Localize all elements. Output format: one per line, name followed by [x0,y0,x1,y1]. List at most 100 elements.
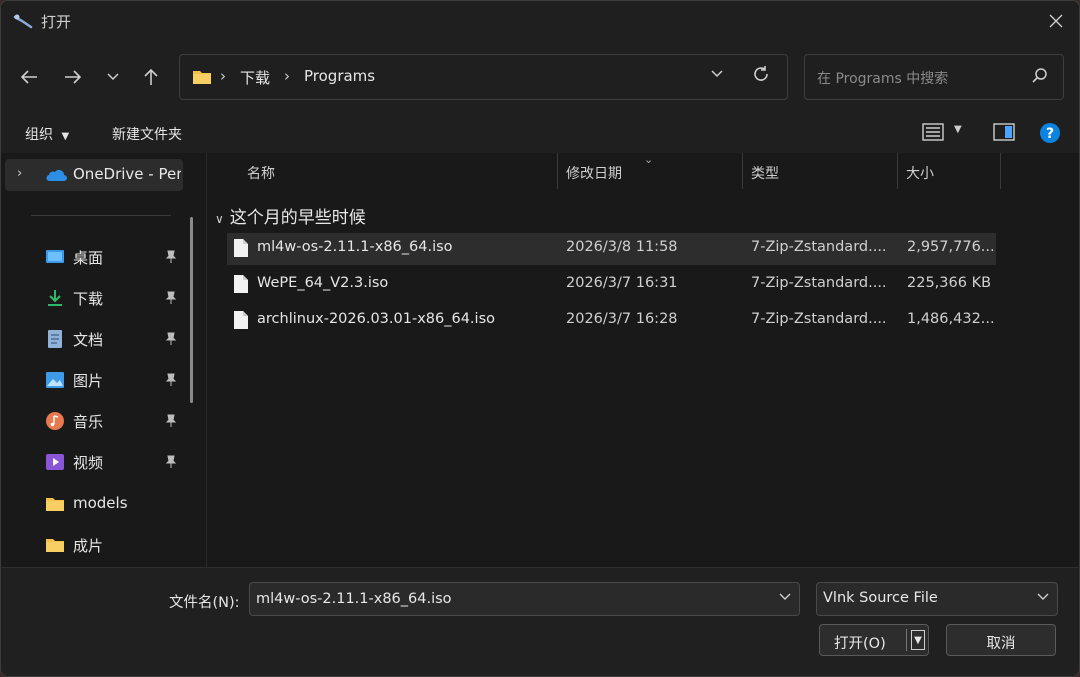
open-file-dialog: 打开 › 下载 › Programs 在 Programs 中搜索 组织 ▼ 新… [0,0,1080,677]
close-button[interactable] [1033,1,1079,41]
arrow-left-icon [20,70,37,84]
column-divider[interactable] [1000,153,1001,189]
address-bar[interactable]: › 下载 › Programs [179,54,788,100]
command-bar: 组织 ▼ 新建文件夹 ▼ ? [1,113,1079,153]
column-header-size[interactable]: 大小 [906,163,934,183]
organize-menu[interactable]: 组织 ▼ [25,124,69,144]
onedrive-icon [46,170,67,182]
pictures-icon [46,372,64,388]
sidebar-item-desktop[interactable]: 桌面 [5,240,183,274]
file-size: 2,957,776... [907,239,995,255]
file-name: WePE_64_V2.3.iso [257,275,389,291]
column-header-type[interactable]: 类型 [751,163,779,183]
file-date: 2026/3/7 16:28 [566,311,678,327]
open-options-button[interactable]: ▼ [911,630,925,650]
sidebar-item-pictures[interactable]: 图片 [5,363,183,397]
folder-icon [193,71,211,84]
file-name: ml4w-os-2.11.1-x86_64.iso [257,239,453,255]
sidebar-item-label: OneDrive - Per [73,165,181,183]
file-date: 2026/3/8 11:58 [566,239,678,255]
search-icon [1032,68,1047,83]
preview-pane-button[interactable] [993,122,1015,146]
column-header-name[interactable]: 名称 [247,163,275,183]
refresh-button[interactable] [752,65,770,88]
file-row[interactable]: WePE_64_V2.3.iso 2026/3/7 16:31 7-Zip-Zs… [227,269,996,301]
file-row[interactable]: archlinux-2026.03.01-x86_64.iso 2026/3/7… [227,305,996,337]
group-label: 这个月的早些时候 [229,208,366,228]
view-options-button[interactable] [922,122,944,146]
sidebar-item-onedrive[interactable]: › OneDrive - Per [5,159,183,191]
navigation-pane: › OneDrive - Per 桌面 下载 文档 图片 音乐 视频 model… [1,153,201,567]
file-type: 7-Zip-Zstandard.... [751,275,887,291]
file-row[interactable]: ml4w-os-2.11.1-x86_64.iso 2026/3/8 11:58… [227,233,996,265]
list-view-icon [922,123,944,141]
up-button[interactable] [137,63,165,91]
back-button[interactable] [15,63,43,91]
sidebar-scrollbar[interactable] [190,217,193,403]
document-icon [48,330,62,348]
forward-button[interactable] [59,63,87,91]
file-type-select[interactable]: Vlnk Source File [816,582,1058,616]
chevron-right-icon: › [17,166,23,181]
breadcrumb-downloads[interactable]: 下载 [240,67,270,88]
column-header-date[interactable]: 修改日期 [566,163,622,183]
dialog-footer: 文件名(N): ml4w-os-2.11.1-x86_64.iso Vlnk S… [1,567,1079,676]
sidebar-item-clips[interactable]: 成片 [5,528,183,562]
caret-down-icon: ▼ [61,131,70,142]
sidebar-item-label: models [73,494,128,512]
music-icon [46,412,64,430]
app-icon [13,14,33,29]
split-divider [906,629,907,651]
help-button[interactable]: ? [1039,122,1061,148]
new-folder-button[interactable]: 新建文件夹 [112,124,182,144]
video-icon [46,454,64,470]
svg-text:?: ? [1046,126,1054,142]
file-type: 7-Zip-Zstandard.... [751,311,887,327]
sidebar-item-label: 下载 [73,290,104,308]
address-history-button[interactable] [710,67,724,83]
sidebar-item-label: 视频 [73,454,104,472]
sidebar-item-music[interactable]: 音乐 [5,404,183,438]
close-icon [1049,14,1063,28]
column-divider[interactable] [742,153,743,189]
open-button[interactable]: 打开(O) ▼ [819,624,929,656]
sidebar-item-models[interactable]: models [5,487,183,521]
sidebar-divider [31,215,171,216]
window-title: 打开 [41,13,72,31]
sidebar-item-label: 文档 [73,331,104,349]
help-icon: ? [1040,123,1060,143]
recent-locations-button[interactable] [99,63,127,91]
sidebar-item-documents[interactable]: 文档 [5,322,183,356]
filename-value[interactable]: ml4w-os-2.11.1-x86_64.iso [256,591,452,607]
breadcrumb-programs[interactable]: Programs [304,67,375,85]
pin-icon [165,291,177,304]
cancel-button[interactable]: 取消 [946,624,1056,656]
sidebar-item-downloads[interactable]: 下载 [5,281,183,315]
pin-icon [165,414,177,427]
pin-icon [165,250,177,263]
breadcrumb-separator: › [220,67,226,85]
file-size: 1,486,432... [907,311,995,327]
title-bar: 打开 [1,1,1079,41]
file-icon [234,239,248,257]
file-name: archlinux-2026.03.01-x86_64.iso [257,311,495,327]
column-divider[interactable] [897,153,898,189]
group-header[interactable]: ∨ 这个月的早些时候 [215,203,366,228]
preview-pane-icon [993,123,1015,141]
arrow-up-icon [144,68,158,85]
column-divider[interactable] [557,153,558,189]
file-size: 225,366 KB [907,275,992,291]
search-input[interactable]: 在 Programs 中搜索 [817,68,948,88]
file-icon [234,311,248,329]
filename-history-button[interactable] [779,590,791,604]
refresh-icon [754,66,768,81]
filename-input[interactable]: ml4w-os-2.11.1-x86_64.iso [249,582,800,616]
view-dropdown-button[interactable]: ▼ [954,124,962,135]
open-label: 打开(O) [834,636,886,652]
pin-icon [165,332,177,345]
sidebar-item-videos[interactable]: 视频 [5,445,183,479]
organize-label: 组织 [25,127,53,143]
pane-splitter[interactable] [206,153,207,567]
sidebar-item-label: 桌面 [73,249,104,267]
search-box[interactable]: 在 Programs 中搜索 [804,54,1064,100]
